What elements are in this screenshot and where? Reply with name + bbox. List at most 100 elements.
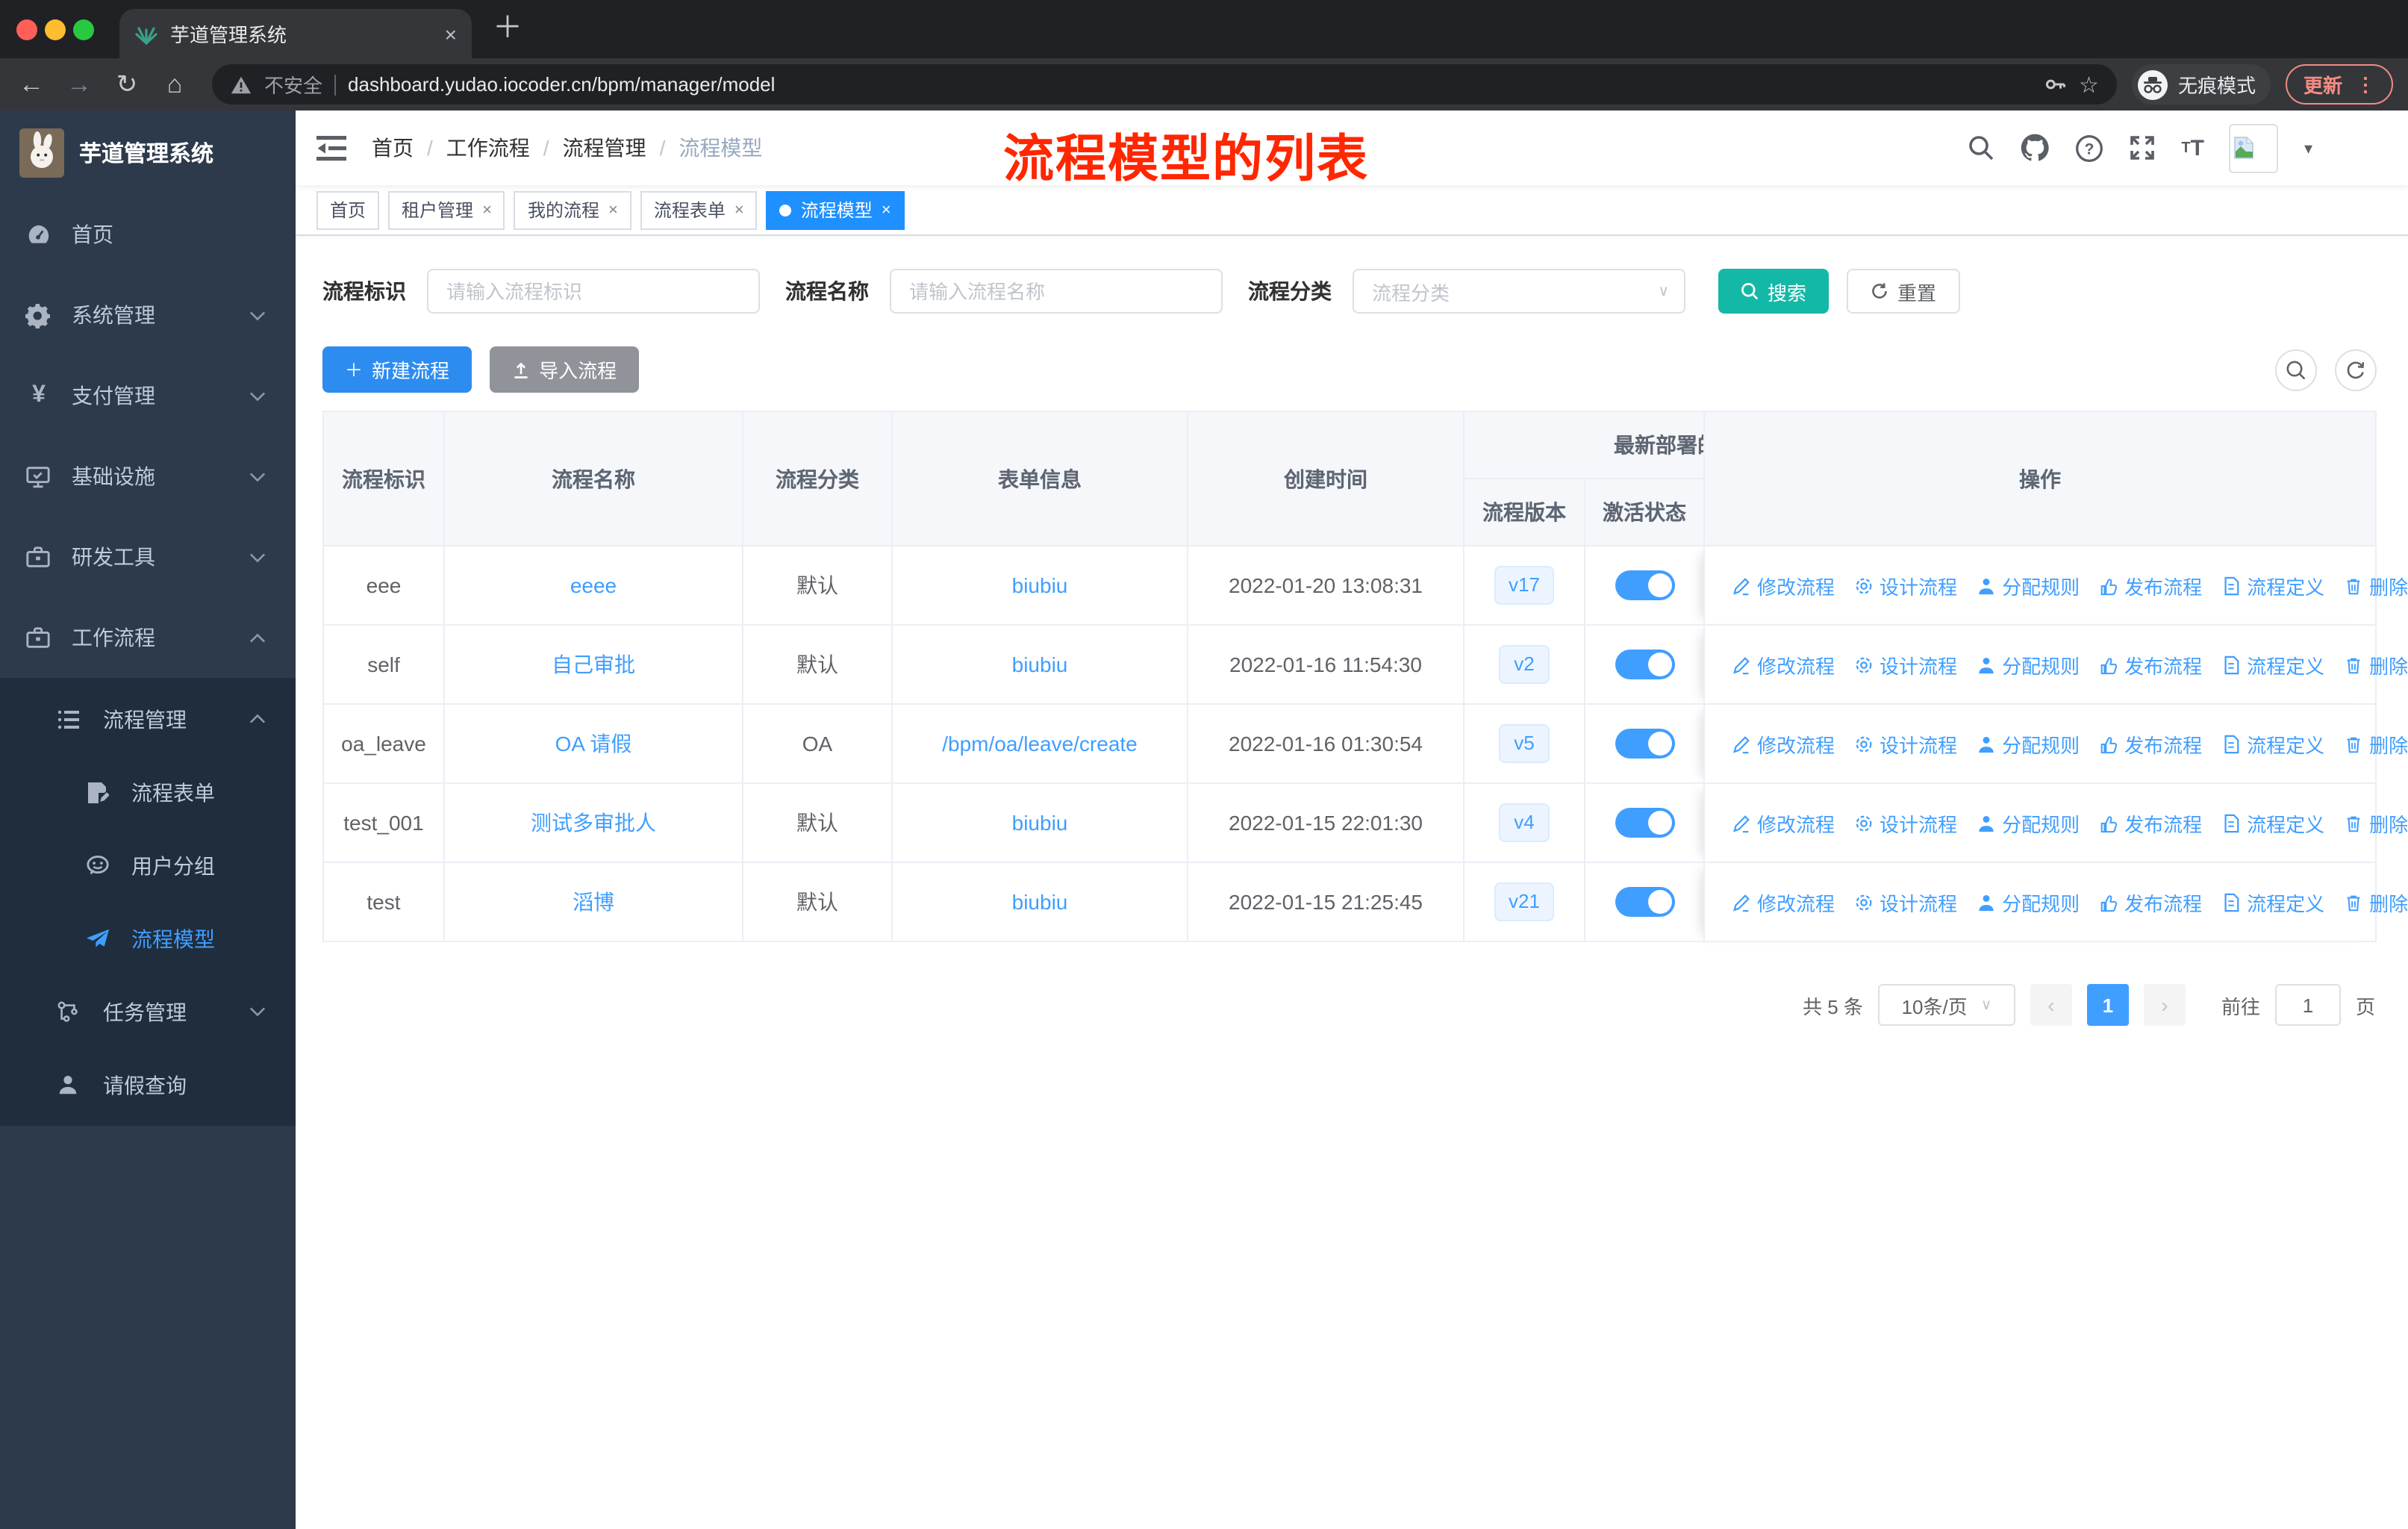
tag-process-form[interactable]: 流程表单 × [640,190,758,229]
sidebar-item-home[interactable]: 首页 [0,194,296,275]
process-definition-link[interactable]: 流程定义 [2221,888,2324,916]
delete-link[interactable]: 删除 [2344,650,2408,679]
reload-icon[interactable]: ↻ [110,69,143,99]
publish-process-link[interactable]: 发布流程 [2099,571,2202,600]
sidebar-item-system[interactable]: 系统管理 [0,275,296,355]
browser-tab[interactable]: 芋道管理系统 × [119,9,472,58]
refresh-button[interactable] [2335,349,2377,390]
sidebar-item-user-group[interactable]: 用户分组 [0,829,296,902]
breadcrumb-workflow[interactable]: 工作流程 [446,133,530,163]
tag-my-process[interactable]: 我的流程 × [514,190,631,229]
assign-rule-link[interactable]: 分配规则 [1977,809,2080,837]
version-badge[interactable]: v5 [1499,724,1550,763]
back-icon[interactable]: ← [15,69,48,99]
home-icon[interactable]: ⌂ [158,69,191,99]
edit-process-link[interactable]: 修改流程 [1732,571,1835,600]
edit-process-link[interactable]: 修改流程 [1732,729,1835,758]
publish-process-link[interactable]: 发布流程 [2099,888,2202,916]
sidebar-item-devtools[interactable]: 研发工具 [0,517,296,597]
publish-process-link[interactable]: 发布流程 [2099,650,2202,679]
active-toggle[interactable] [1615,887,1674,917]
assign-rule-link[interactable]: 分配规则 [1977,888,2080,916]
delete-link[interactable]: 删除 [2344,888,2408,916]
version-badge[interactable]: v2 [1499,645,1550,684]
reset-button[interactable]: 重置 [1847,269,1961,314]
key-icon[interactable] [2042,72,2067,97]
fullscreen-icon[interactable] [2129,134,2156,161]
process-definition-link[interactable]: 流程定义 [2221,650,2324,679]
help-icon[interactable]: ? [2075,134,2103,162]
delete-link[interactable]: 删除 [2344,729,2408,758]
window-controls[interactable] [16,19,94,40]
create-process-button[interactable]: ＋ 新建流程 [322,346,472,393]
process-name-link[interactable]: OA 请假 [555,732,632,756]
tag-close-icon[interactable]: × [882,201,891,219]
process-key-input[interactable] [427,269,760,314]
tag-tenant[interactable]: 租户管理 × [388,190,505,229]
process-definition-link[interactable]: 流程定义 [2221,809,2324,837]
close-window-icon[interactable] [16,19,37,40]
search-button[interactable]: 搜索 [1718,269,1830,314]
form-link[interactable]: biubiu [1012,811,1068,835]
process-name-link[interactable]: 滔博 [573,890,614,914]
design-process-link[interactable]: 设计流程 [1854,650,1957,679]
publish-process-link[interactable]: 发布流程 [2099,809,2202,837]
sidebar-item-process-model[interactable]: 流程模型 [0,902,296,975]
github-icon[interactable] [2020,133,2050,163]
update-label[interactable]: 更新 [2303,70,2342,99]
app-logo[interactable]: 芋道管理系统 [0,110,296,194]
assign-rule-link[interactable]: 分配规则 [1977,729,2080,758]
page-1-button[interactable]: 1 [2086,984,2129,1026]
tag-home[interactable]: 首页 [316,190,380,229]
design-process-link[interactable]: 设计流程 [1854,809,1957,837]
bookmark-star-icon[interactable]: ☆ [2079,71,2099,98]
process-definition-link[interactable]: 流程定义 [2221,571,2324,600]
tag-close-icon[interactable]: × [608,201,618,219]
page-size-select[interactable]: 10条/页 ∨ [1877,984,2015,1026]
active-toggle[interactable] [1615,650,1674,679]
minimize-window-icon[interactable] [45,19,66,40]
next-page-button[interactable]: › [2143,984,2186,1026]
search-icon[interactable] [1968,134,1994,161]
process-name-link[interactable]: 自己审批 [552,653,635,676]
form-link[interactable]: biubiu [1012,653,1068,676]
active-toggle[interactable] [1615,729,1674,759]
version-badge[interactable]: v4 [1499,803,1550,842]
sidebar-item-infra[interactable]: 基础设施 [0,436,296,517]
forward-icon[interactable]: → [63,69,96,99]
font-size-icon[interactable]: TT [2181,135,2204,161]
delete-link[interactable]: 删除 [2344,571,2408,600]
sidebar-item-payment[interactable]: ¥ 支付管理 [0,355,296,436]
delete-link[interactable]: 删除 [2344,809,2408,837]
form-link[interactable]: biubiu [1012,890,1068,914]
design-process-link[interactable]: 设计流程 [1854,571,1957,600]
tag-close-icon[interactable]: × [734,201,744,219]
form-link[interactable]: /bpm/oa/leave/create [942,732,1138,756]
active-toggle[interactable] [1615,808,1674,838]
avatar[interactable] [2229,123,2279,172]
category-select[interactable]: 流程分类 ∨ [1353,269,1685,314]
jump-page-input[interactable] [2274,984,2341,1026]
active-toggle[interactable] [1615,570,1674,600]
sidebar-item-leave-query[interactable]: 请假查询 [0,1048,296,1121]
collapse-sidebar-icon[interactable] [316,135,346,161]
process-name-link[interactable]: eeee [570,573,617,597]
sidebar-item-workflow[interactable]: 工作流程 [0,597,296,678]
import-process-button[interactable]: 导入流程 [490,346,640,393]
design-process-link[interactable]: 设计流程 [1854,729,1957,758]
address-bar[interactable]: 不安全 dashboard.yudao.iocoder.cn/bpm/manag… [212,64,2117,105]
edit-process-link[interactable]: 修改流程 [1732,809,1835,837]
browser-menu-dots-icon[interactable]: ⋮ [2356,72,2375,96]
edit-process-link[interactable]: 修改流程 [1732,650,1835,679]
toggle-search-button[interactable] [2275,349,2317,390]
version-badge[interactable]: v17 [1494,566,1555,605]
new-tab-icon[interactable]: ＋ [493,12,523,45]
tag-close-icon[interactable]: × [482,201,492,219]
process-definition-link[interactable]: 流程定义 [2221,729,2324,758]
browser-update-button[interactable]: 更新 ⋮ [2285,64,2393,105]
zoom-window-icon[interactable] [73,19,94,40]
sidebar-item-process-mgmt[interactable]: 流程管理 [0,682,296,756]
process-name-input[interactable] [890,269,1223,314]
sidebar-item-process-form[interactable]: 流程表单 [0,756,296,829]
edit-process-link[interactable]: 修改流程 [1732,888,1835,916]
